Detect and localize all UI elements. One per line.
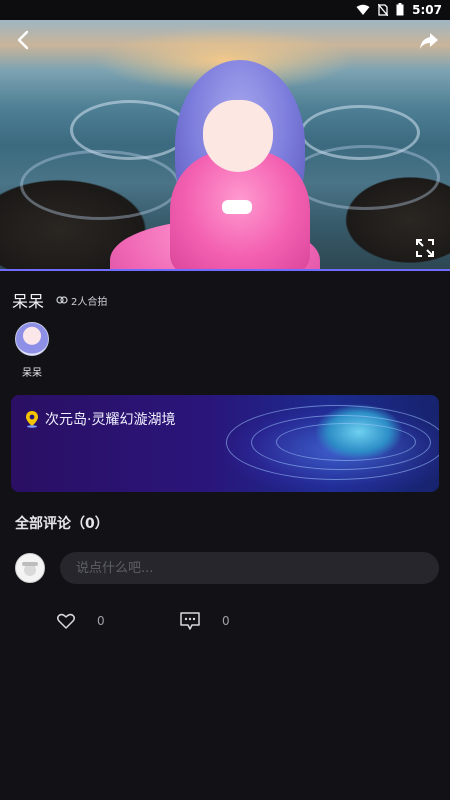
like-count: 0 (97, 614, 105, 628)
comment-button[interactable]: 0 (180, 612, 230, 630)
comment-compose-row (15, 552, 439, 584)
post-title: 呆呆 (12, 292, 45, 311)
hero-image[interactable] (0, 20, 450, 271)
link-icon (56, 296, 68, 304)
share-arrow-icon (420, 33, 438, 49)
wifi-icon (356, 1, 370, 20)
comment-count: 0 (222, 614, 230, 628)
like-button[interactable]: 0 (57, 613, 180, 629)
heart-icon (57, 613, 75, 629)
participant-name: 呆呆 (22, 368, 42, 379)
location-card[interactable]: 次元岛·灵耀幻漩湖境 (11, 395, 439, 492)
fullscreen-icon (416, 239, 434, 257)
share-button[interactable] (418, 30, 440, 52)
back-button[interactable] (12, 28, 36, 52)
comments-title: 全部评论（0） (15, 516, 109, 532)
my-avatar (15, 553, 45, 583)
avatar[interactable] (15, 322, 49, 356)
battery-icon (396, 1, 404, 20)
comment-icon (180, 612, 200, 630)
location-label: 次元岛·灵耀幻漩湖境 (25, 409, 175, 429)
chevron-left-icon (17, 30, 29, 50)
post-title-row: 呆呆 2人合拍 (12, 288, 107, 312)
fullscreen-button[interactable] (416, 239, 434, 257)
coshot-badge: 2人合拍 (56, 293, 107, 308)
status-time: 5:07 (412, 3, 442, 17)
location-pin-icon (26, 411, 38, 428)
comment-input[interactable] (60, 552, 439, 584)
no-sim-icon (377, 1, 389, 20)
status-bar: 5:07 (0, 0, 450, 20)
action-row: 0 0 (57, 612, 230, 630)
location-name: 次元岛·灵耀幻漩湖境 (45, 412, 176, 428)
coshot-label: 2人合拍 (71, 296, 108, 308)
video-progress-bar (0, 269, 450, 271)
participant-card[interactable]: 呆呆 (14, 322, 50, 379)
